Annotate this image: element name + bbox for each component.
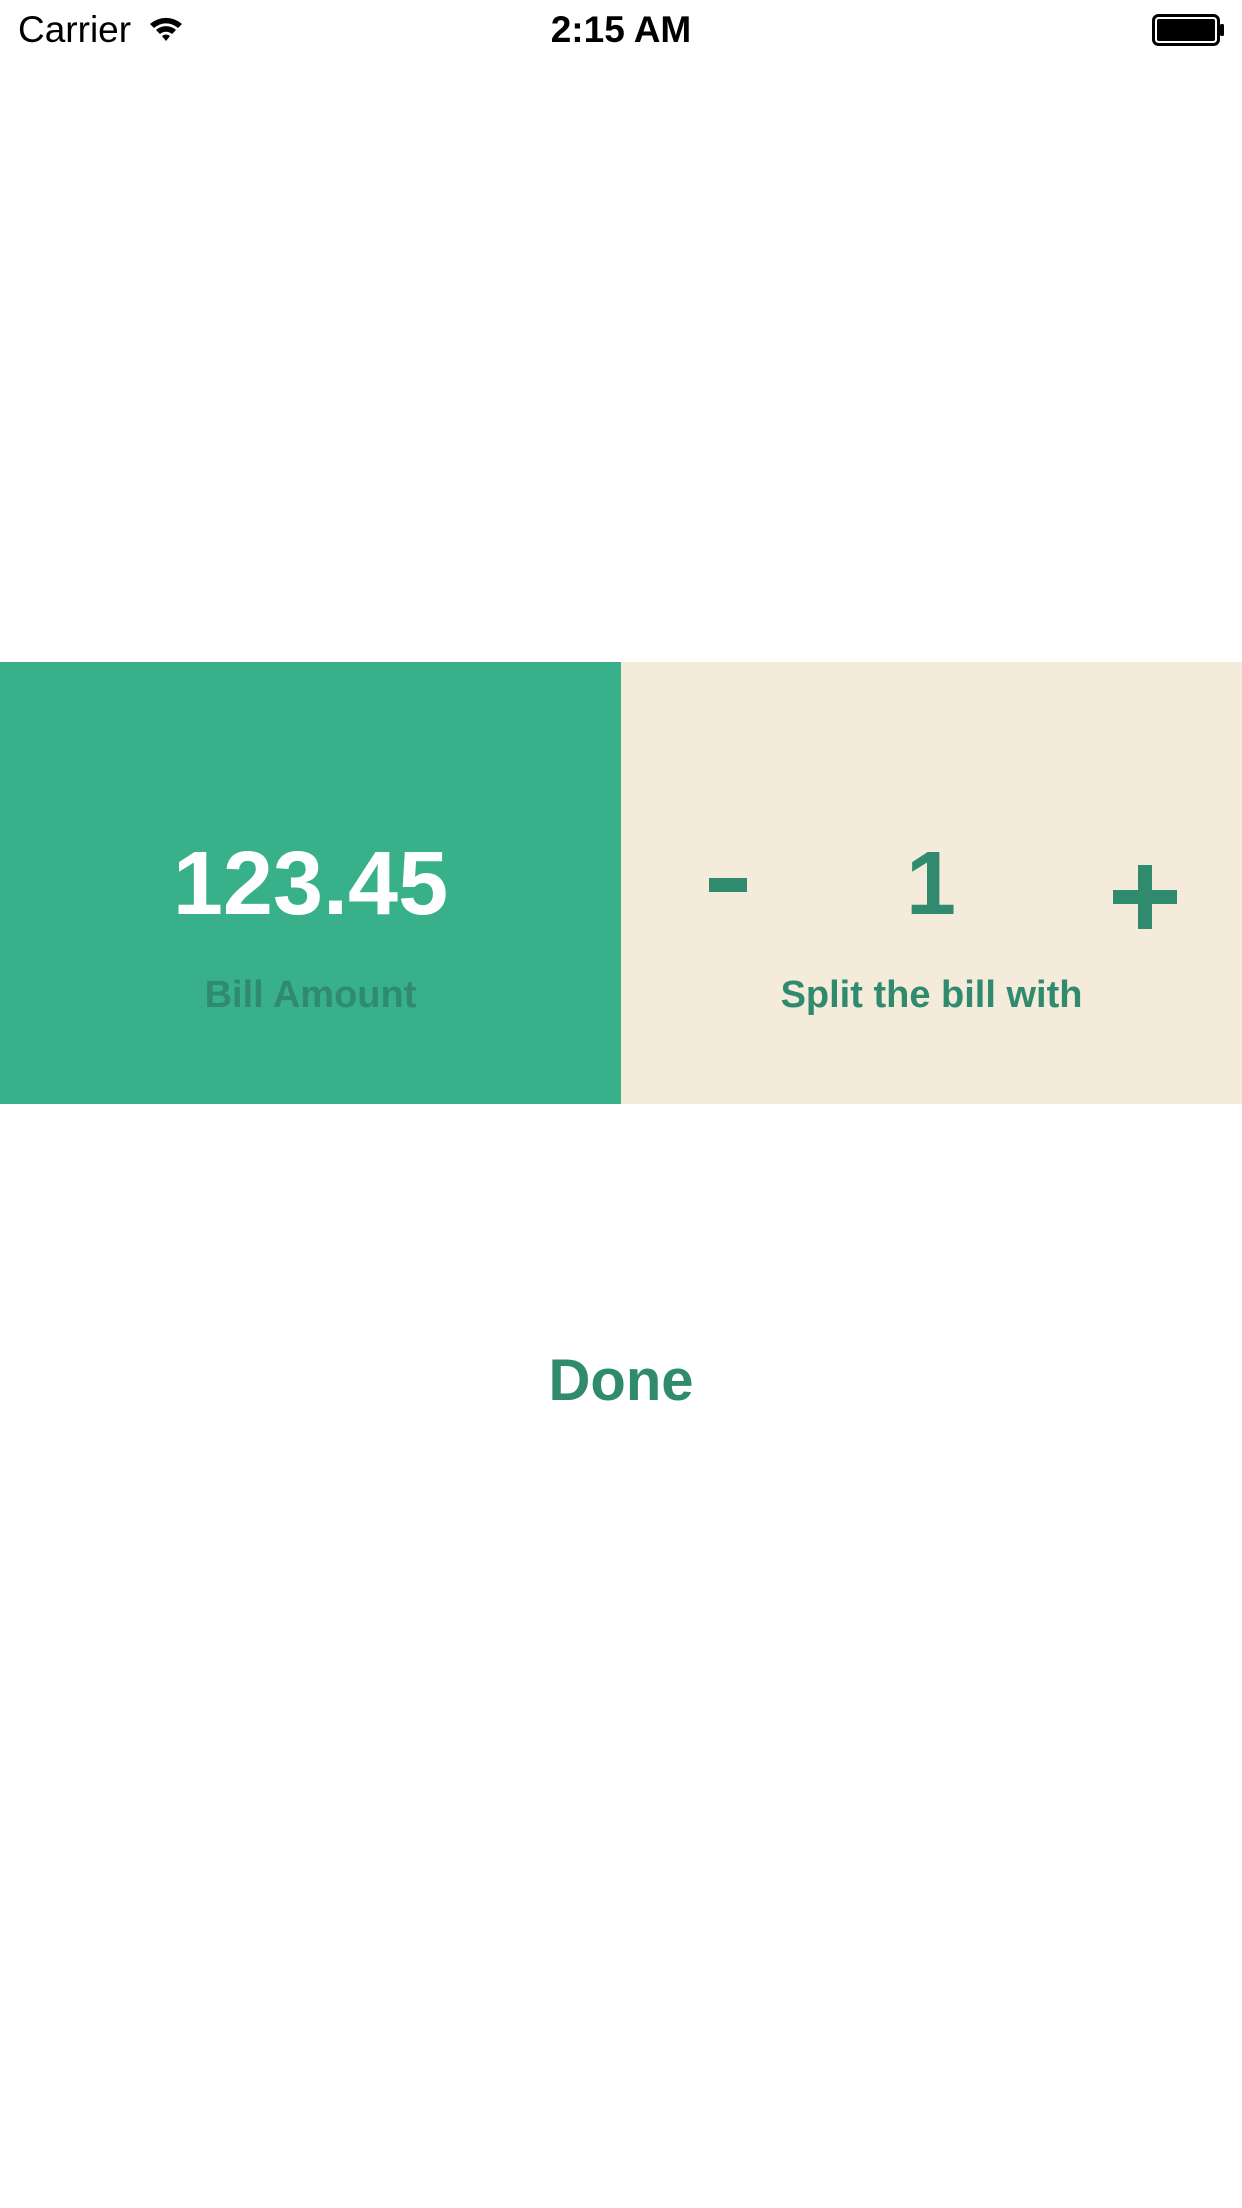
plus-icon-vertical (1138, 865, 1152, 929)
status-time: 2:15 AM (550, 9, 692, 50)
split-label: Split the bill with (780, 974, 1083, 1016)
bill-amount-value[interactable]: 123.45 (0, 834, 621, 934)
done-button[interactable]: Done (471, 1336, 771, 1426)
split-count: 1 (905, 834, 957, 934)
bill-amount-panel[interactable]: 123.45 Bill Amount (0, 662, 621, 1104)
status-bar: Carrier 2:15 AM (0, 0, 1242, 60)
battery-icon (1152, 14, 1226, 46)
increment-split-button[interactable] (1101, 830, 1211, 940)
minus-icon (709, 878, 747, 892)
split-panel: 1 Split the bill with (621, 662, 1242, 1104)
decrement-split-button[interactable] (701, 830, 791, 930)
bill-amount-label: Bill Amount (204, 974, 417, 1016)
